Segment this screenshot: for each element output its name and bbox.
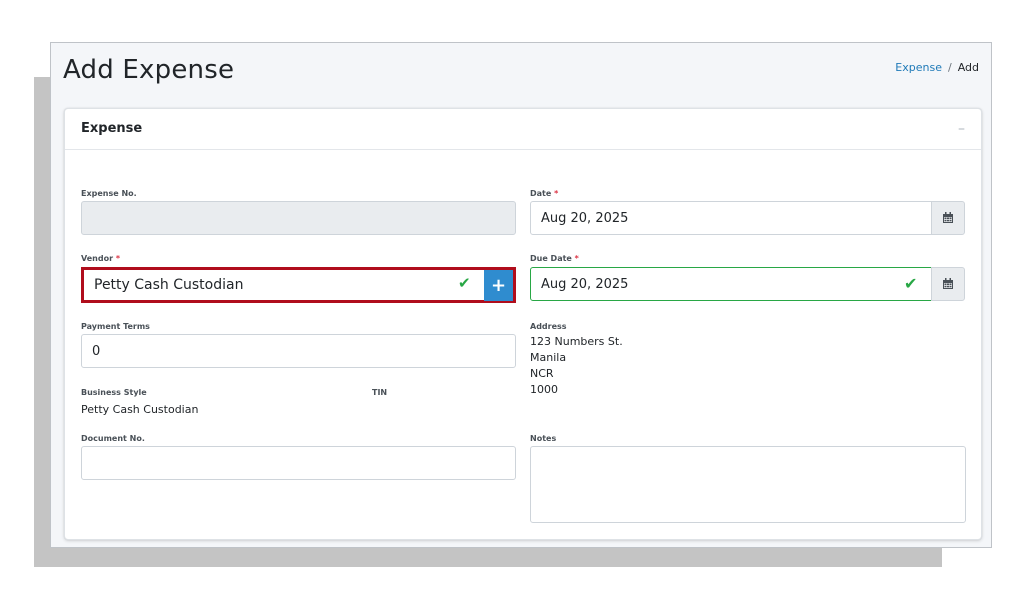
due-date-required-mark: * [574,254,579,263]
document-no-input[interactable] [81,446,516,480]
add-vendor-button[interactable]: + [484,270,513,301]
vendor-label-text: Vendor [81,254,114,263]
due-date-label-text: Due Date [530,254,572,263]
payment-terms-label: Payment Terms [81,322,150,331]
payment-terms-input[interactable]: 0 [81,334,516,368]
page-title: Add Expense [63,55,235,85]
vendor-label: Vendor * [81,254,120,263]
calendar-icon[interactable] [931,267,965,301]
tin-label: TIN [372,388,388,397]
address-line-3: NCR [530,367,554,380]
due-date-value: Aug 20, 2025 [541,276,629,292]
expense-no-label: Expense No. [81,189,137,198]
vendor-value: Petty Cash Custodian [94,277,244,293]
card-title: Expense [81,121,143,136]
vendor-select[interactable]: Petty Cash Custodian [84,270,482,300]
address-label: Address [530,322,567,331]
date-input[interactable]: Aug 20, 2025 [530,201,932,235]
date-required-mark: * [554,189,559,198]
document-no-label: Document No. [81,434,145,443]
expense-no-field[interactable] [81,201,516,235]
check-icon: ✔ [458,274,471,292]
address-line-2: Manila [530,351,567,364]
expense-card: Expense – Expense No. Vendor * Petty Cas… [64,108,982,540]
address-line-4: 1000 [530,383,558,396]
vendor-required-mark: * [115,254,121,263]
date-value: Aug 20, 2025 [541,210,629,226]
business-style-label: Business Style [81,388,147,397]
card-header: Expense – [65,109,981,150]
notes-textarea[interactable] [530,446,966,523]
payment-terms-value: 0 [92,343,101,359]
date-label-text: Date [530,189,552,198]
address-line-1: 123 Numbers St. [530,335,623,348]
business-style-value: Petty Cash Custodian [81,403,199,416]
due-date-input[interactable]: Aug 20, 2025 [530,267,932,301]
notes-label: Notes [530,434,557,443]
due-date-label: Due Date * [530,254,579,263]
breadcrumb-separator: / [947,61,952,74]
breadcrumb-current: Add [957,61,979,74]
check-icon: ✔ [904,274,918,293]
breadcrumb-link-expense[interactable]: Expense [895,61,942,74]
app-window: Add Expense Expense / Add Expense – Expe… [50,42,992,548]
date-label: Date * [530,189,558,198]
minus-icon[interactable]: – [958,121,965,137]
calendar-icon[interactable] [931,201,965,235]
breadcrumb: Expense / Add [895,61,979,74]
